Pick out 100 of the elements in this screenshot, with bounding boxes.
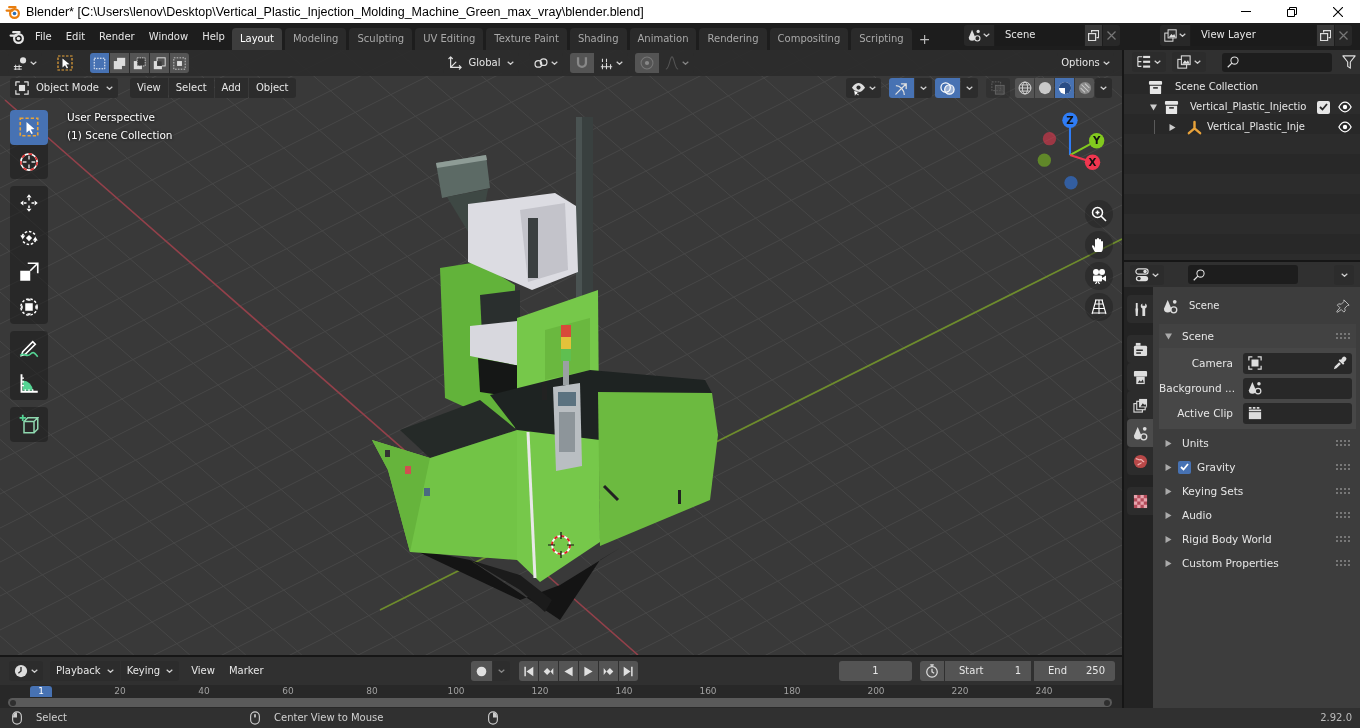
properties-tab[interactable] — [1127, 487, 1153, 515]
menu-item[interactable]: Add — [214, 78, 248, 98]
menu-item[interactable]: Marker — [221, 661, 271, 681]
pan-button[interactable] — [1085, 231, 1113, 259]
pin-icon[interactable] — [1336, 299, 1350, 313]
machine-model-drawing[interactable] — [372, 117, 718, 620]
current-frame-field[interactable]: 1 — [839, 661, 912, 681]
camera-view-button[interactable] — [1085, 262, 1113, 290]
menu-item[interactable]: Select — [168, 78, 214, 98]
properties-tab[interactable] — [1127, 447, 1153, 475]
playback-button[interactable] — [579, 661, 599, 681]
playhead-marker[interactable]: 1 — [30, 686, 52, 697]
navigation-gizmo[interactable]: Z Y X — [1035, 112, 1107, 192]
workspace-tab[interactable]: Layout — [231, 28, 282, 50]
panel-checkbox[interactable] — [1178, 460, 1191, 474]
playback-button[interactable] — [559, 661, 579, 681]
playback-button[interactable] — [619, 661, 639, 681]
end-frame-field[interactable]: End 250 — [1034, 661, 1115, 681]
menu-item[interactable]: Edit — [58, 25, 93, 48]
menu-item[interactable]: File — [28, 25, 59, 48]
shading-dropdown[interactable] — [1095, 78, 1112, 98]
app-logo-icon[interactable] — [9, 28, 25, 45]
shading-mode-button[interactable] — [1035, 78, 1054, 98]
shading-mode-button[interactable] — [1055, 78, 1074, 98]
menu-dropdown[interactable]: Keying — [120, 661, 180, 681]
shading-mode-button[interactable] — [1075, 78, 1094, 98]
auto-keying-toggle[interactable] — [471, 661, 493, 681]
projection-button[interactable] — [1085, 293, 1113, 321]
axis-dot[interactable] — [1084, 154, 1101, 170]
negative-axis-dot[interactable] — [1037, 153, 1051, 167]
display-mode-dropdown[interactable] — [1132, 52, 1166, 72]
menu-item[interactable]: View — [130, 78, 168, 98]
duplicate-button[interactable] — [1085, 24, 1102, 46]
editor-type-button[interactable] — [9, 661, 43, 681]
menu-item[interactable]: Window — [141, 25, 196, 48]
duplicate-button[interactable] — [1317, 24, 1334, 46]
negative-axis-dot[interactable] — [1064, 176, 1078, 190]
playback-button[interactable] — [599, 661, 619, 681]
axis-dot[interactable] — [1062, 112, 1078, 128]
workspace-tab[interactable]: Sculpting — [349, 28, 413, 50]
3d-viewport[interactable]: Global Options Object Mode View Select Add Object User Perspective (1) Scene Collection Z Y X — [0, 50, 1122, 655]
mode-dropdown[interactable]: Object Mode — [10, 78, 118, 98]
workspace-tab[interactable]: Shading — [569, 28, 627, 50]
filter-icon[interactable] — [1342, 55, 1356, 69]
selection-mode-button[interactable] — [130, 53, 149, 73]
selection-mode-button[interactable] — [90, 53, 109, 73]
negative-axis-dot[interactable] — [1042, 132, 1057, 146]
search-field[interactable] — [1222, 52, 1332, 72]
eye-icon[interactable] — [1338, 120, 1352, 134]
workspace-tab[interactable]: UV Editing — [415, 28, 484, 50]
selection-mode-button[interactable] — [110, 53, 129, 73]
workspace-tab[interactable]: Scripting — [851, 28, 912, 50]
camera-field[interactable] — [1243, 352, 1352, 374]
preview-range-toggle[interactable] — [920, 661, 944, 681]
search-field[interactable] — [1188, 265, 1298, 284]
playback-button[interactable] — [519, 661, 539, 681]
disclosure-triangle-icon[interactable] — [1150, 103, 1157, 111]
filter-dropdown[interactable] — [1172, 52, 1206, 72]
properties-tab[interactable] — [1127, 335, 1153, 363]
gizmo-dropdown[interactable] — [915, 78, 932, 98]
zoom-button[interactable] — [1085, 200, 1113, 228]
scene-field[interactable] — [1243, 377, 1352, 399]
properties-tab[interactable] — [1127, 391, 1153, 419]
workspace-tab[interactable]: Compositing — [769, 28, 849, 50]
browse-button[interactable] — [964, 24, 994, 46]
panel-header[interactable]: Scene — [1159, 324, 1356, 348]
outliner-item[interactable]: Vertical_Plastic_Inje — [1207, 121, 1338, 133]
selection-mode-button[interactable] — [170, 53, 189, 73]
shading-mode-button[interactable] — [1015, 78, 1034, 98]
start-frame-field[interactable]: Start 1 — [945, 661, 1031, 681]
menu-dropdown[interactable]: Playback — [50, 661, 120, 681]
menu-item[interactable]: Object — [248, 78, 296, 98]
editor-type-button[interactable] — [1130, 264, 1164, 285]
timeline-scrollbar[interactable] — [8, 698, 1112, 707]
exclude-checkbox[interactable] — [1317, 100, 1330, 114]
gizmo-toggle[interactable] — [889, 78, 914, 98]
outliner-item[interactable]: Scene Collection — [1175, 81, 1352, 93]
add-workspace-button[interactable]: + — [914, 28, 935, 50]
workspace-tab[interactable]: Animation — [629, 28, 697, 50]
snap-toggle[interactable] — [570, 53, 594, 73]
restore-icon[interactable] — [1287, 6, 1297, 17]
properties-tab[interactable] — [1127, 295, 1153, 323]
options-dropdown[interactable] — [1334, 264, 1354, 285]
selection-mode-button[interactable] — [150, 53, 169, 73]
menu-item[interactable]: Help — [195, 25, 232, 48]
workspace-tab[interactable]: Modeling — [284, 28, 347, 50]
clip-field[interactable] — [1243, 402, 1352, 424]
close-icon[interactable] — [1333, 6, 1343, 17]
eye-icon[interactable] — [1338, 100, 1352, 114]
playback-button[interactable] — [539, 661, 559, 681]
overlays-toggle[interactable] — [935, 78, 960, 98]
remove-button[interactable] — [1335, 24, 1352, 46]
workspace-tab[interactable]: Rendering — [699, 28, 767, 50]
remove-button[interactable] — [1103, 24, 1120, 46]
workspace-tab[interactable]: Texture Paint — [486, 28, 567, 50]
overlays-dropdown[interactable] — [961, 78, 978, 98]
browse-button[interactable] — [1160, 24, 1190, 46]
menu-item[interactable]: Render — [92, 25, 142, 48]
disclosure-triangle-icon[interactable] — [1169, 123, 1176, 131]
menu-item[interactable]: View — [184, 661, 222, 681]
